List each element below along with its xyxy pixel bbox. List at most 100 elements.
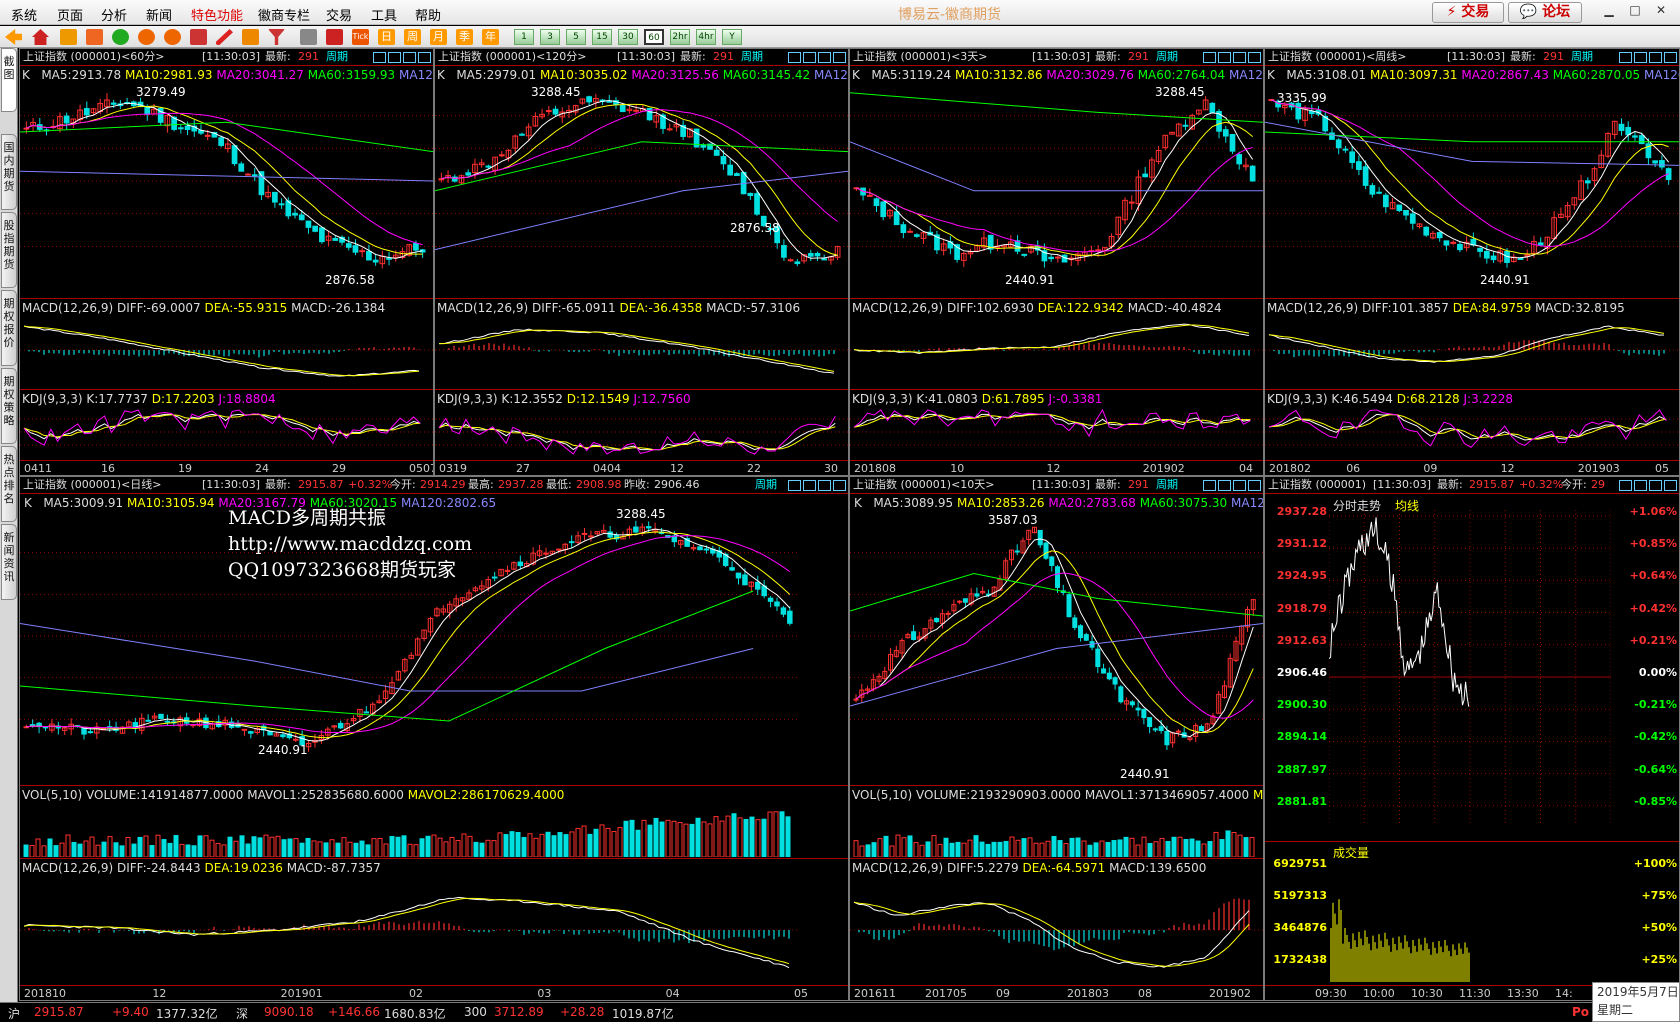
chart-panel-3day[interactable]: 上证指数 (000001)<3天> [11:30:03] 最新: 291 周期 … (849, 48, 1264, 476)
menu-help[interactable]: 帮助 (415, 5, 441, 24)
cycle-button[interactable]: 周期 (741, 49, 763, 65)
vol-legend: VOL(5,10) VOLUME:141914877.0000 MAVOL1:2… (22, 788, 564, 802)
date-tick: 201808 (854, 462, 896, 475)
macd-dea: DEA:122.9342 (1037, 301, 1124, 315)
side-tab-options-strategy[interactable]: 期权策略 (1, 368, 17, 444)
cycle-button[interactable]: 周期 (1571, 49, 1593, 65)
restore-icon[interactable] (1233, 52, 1246, 63)
restore-icon[interactable] (1649, 480, 1662, 491)
side-tab-screenshot[interactable]: 截图 (1, 48, 17, 112)
intraday-panel[interactable]: 上证指数 (000001) [11:30:03] 最新: 2915.87 +0.… (1264, 476, 1680, 1001)
quarter-period-icon[interactable]: 季 (456, 29, 473, 45)
restore-icon[interactable] (1233, 480, 1246, 491)
side-tab-options-quote[interactable]: 期权报价 (1, 290, 17, 366)
side-tab-hot-ranking[interactable]: 热点排名 (1, 446, 17, 522)
list-icon[interactable] (300, 29, 317, 45)
cycle-button[interactable]: 周期 (326, 49, 348, 65)
period-1[interactable]: 1 (514, 29, 534, 45)
sz-index[interactable]: 9090.18 (264, 1005, 314, 1019)
side-tab-domestic-futures[interactable]: 国内期货 (1, 134, 17, 210)
zoom-in-icon[interactable] (138, 29, 155, 45)
maximize-icon[interactable] (833, 52, 846, 63)
trade-button[interactable]: ⚡ 交易 (1432, 2, 1504, 23)
maximize-icon[interactable] (418, 52, 431, 63)
menu-huishang-column[interactable]: 徽商专栏 (258, 5, 310, 24)
menu-page[interactable]: 页面 (57, 5, 83, 24)
prev-icon[interactable] (788, 52, 801, 63)
restore-icon[interactable] (818, 480, 831, 491)
window-icon[interactable] (190, 29, 207, 45)
next-icon[interactable] (388, 52, 401, 63)
next-icon[interactable] (1218, 480, 1231, 491)
menu-tools[interactable]: 工具 (371, 5, 397, 24)
month-period-icon[interactable]: 月 (430, 29, 447, 45)
period-4hr[interactable]: 4hr (696, 29, 716, 45)
day-period-icon[interactable]: 日 (378, 29, 395, 45)
maximize-icon[interactable]: □ (1626, 3, 1644, 19)
chart-panel-60min[interactable]: 上证指数 (000001)<60分> [11:30:03] 最新: 291 周期… (19, 48, 434, 476)
i300-index[interactable]: 3712.89 (494, 1005, 544, 1019)
next-icon[interactable] (803, 480, 816, 491)
next-icon[interactable] (803, 52, 816, 63)
maximize-icon[interactable] (833, 480, 846, 491)
period-15[interactable]: 15 (592, 29, 612, 45)
prev-icon[interactable] (1203, 480, 1216, 491)
week-period-icon[interactable]: 周 (404, 29, 421, 45)
year-period-icon[interactable]: 年 (482, 29, 499, 45)
chart-panel-120min[interactable]: 上证指数 (000001)<120分> [11:30:03] 最新: 291 周… (434, 48, 849, 476)
formula-icon[interactable] (242, 29, 259, 45)
tenday-chart-panel[interactable]: 上证指数 (000001)<10天> [11:30:03] 最新: 291 周期… (849, 476, 1264, 1001)
restore-icon[interactable] (403, 52, 416, 63)
prev-icon[interactable] (1619, 52, 1632, 63)
maximize-icon[interactable] (1664, 480, 1677, 491)
prev-icon[interactable] (373, 52, 386, 63)
next-icon[interactable] (1634, 480, 1647, 491)
menu-trade[interactable]: 交易 (326, 5, 352, 24)
side-tab-index-futures[interactable]: 股指期货 (1, 212, 17, 288)
minimize-icon[interactable]: ▁ (1600, 3, 1618, 19)
forum-button[interactable]: 💬 论坛 (1508, 2, 1582, 23)
period-60[interactable]: 60 (644, 29, 664, 45)
menu-analysis[interactable]: 分析 (101, 5, 127, 24)
maximize-icon[interactable] (1248, 52, 1261, 63)
menu-system[interactable]: 系统 (11, 5, 37, 24)
filter-icon[interactable] (268, 29, 285, 45)
cycle-button[interactable]: 周期 (1156, 49, 1178, 65)
news-icon[interactable] (86, 29, 103, 45)
next-icon[interactable] (1218, 52, 1231, 63)
maximize-icon[interactable] (1664, 52, 1677, 63)
menu-news[interactable]: 新闻 (146, 5, 172, 24)
period-3[interactable]: 3 (540, 29, 560, 45)
candle-down (794, 261, 801, 265)
restore-icon[interactable] (818, 52, 831, 63)
home-icon[interactable] (32, 29, 49, 45)
period-2hr[interactable]: 2hr (670, 29, 690, 45)
candle-icon[interactable] (326, 29, 343, 45)
back-arrow-icon[interactable] (5, 29, 22, 45)
prev-icon[interactable] (1203, 52, 1216, 63)
restore-icon[interactable] (1649, 52, 1662, 63)
prev-value: 2906.46 (654, 478, 700, 491)
date-tick: 22 (747, 462, 761, 475)
next-icon[interactable] (1634, 52, 1647, 63)
menu-featured[interactable]: 特色功能 (191, 5, 243, 24)
period-30[interactable]: 30 (618, 29, 638, 45)
daily-chart-panel[interactable]: 上证指数 (000001)<日线> [11:30:03] 最新: 2915.87… (19, 476, 849, 1001)
prev-icon[interactable] (788, 480, 801, 491)
book-icon[interactable] (60, 29, 77, 45)
chart-panel-weekly[interactable]: 上证指数 (000001)<周线> [11:30:03] 最新: 291 周期 … (1264, 48, 1680, 476)
refresh-icon[interactable] (112, 29, 129, 45)
close-icon[interactable]: ✕ (1652, 3, 1670, 19)
period-year[interactable]: Y (722, 29, 742, 45)
period-5[interactable]: 5 (566, 29, 586, 45)
maximize-icon[interactable] (1248, 480, 1261, 491)
side-tab-news[interactable]: 新闻资讯 (1, 524, 17, 600)
prev-icon[interactable] (1619, 480, 1632, 491)
cycle-button[interactable]: 周期 (755, 477, 777, 493)
sh-index[interactable]: 2915.87 (34, 1005, 84, 1019)
cycle-button[interactable]: 周期 (1156, 477, 1178, 493)
zoom-out-icon[interactable] (164, 29, 181, 45)
ma-k: K (437, 68, 445, 82)
draw-pen-icon[interactable] (216, 29, 233, 45)
tick-icon[interactable]: Tick (352, 29, 369, 45)
